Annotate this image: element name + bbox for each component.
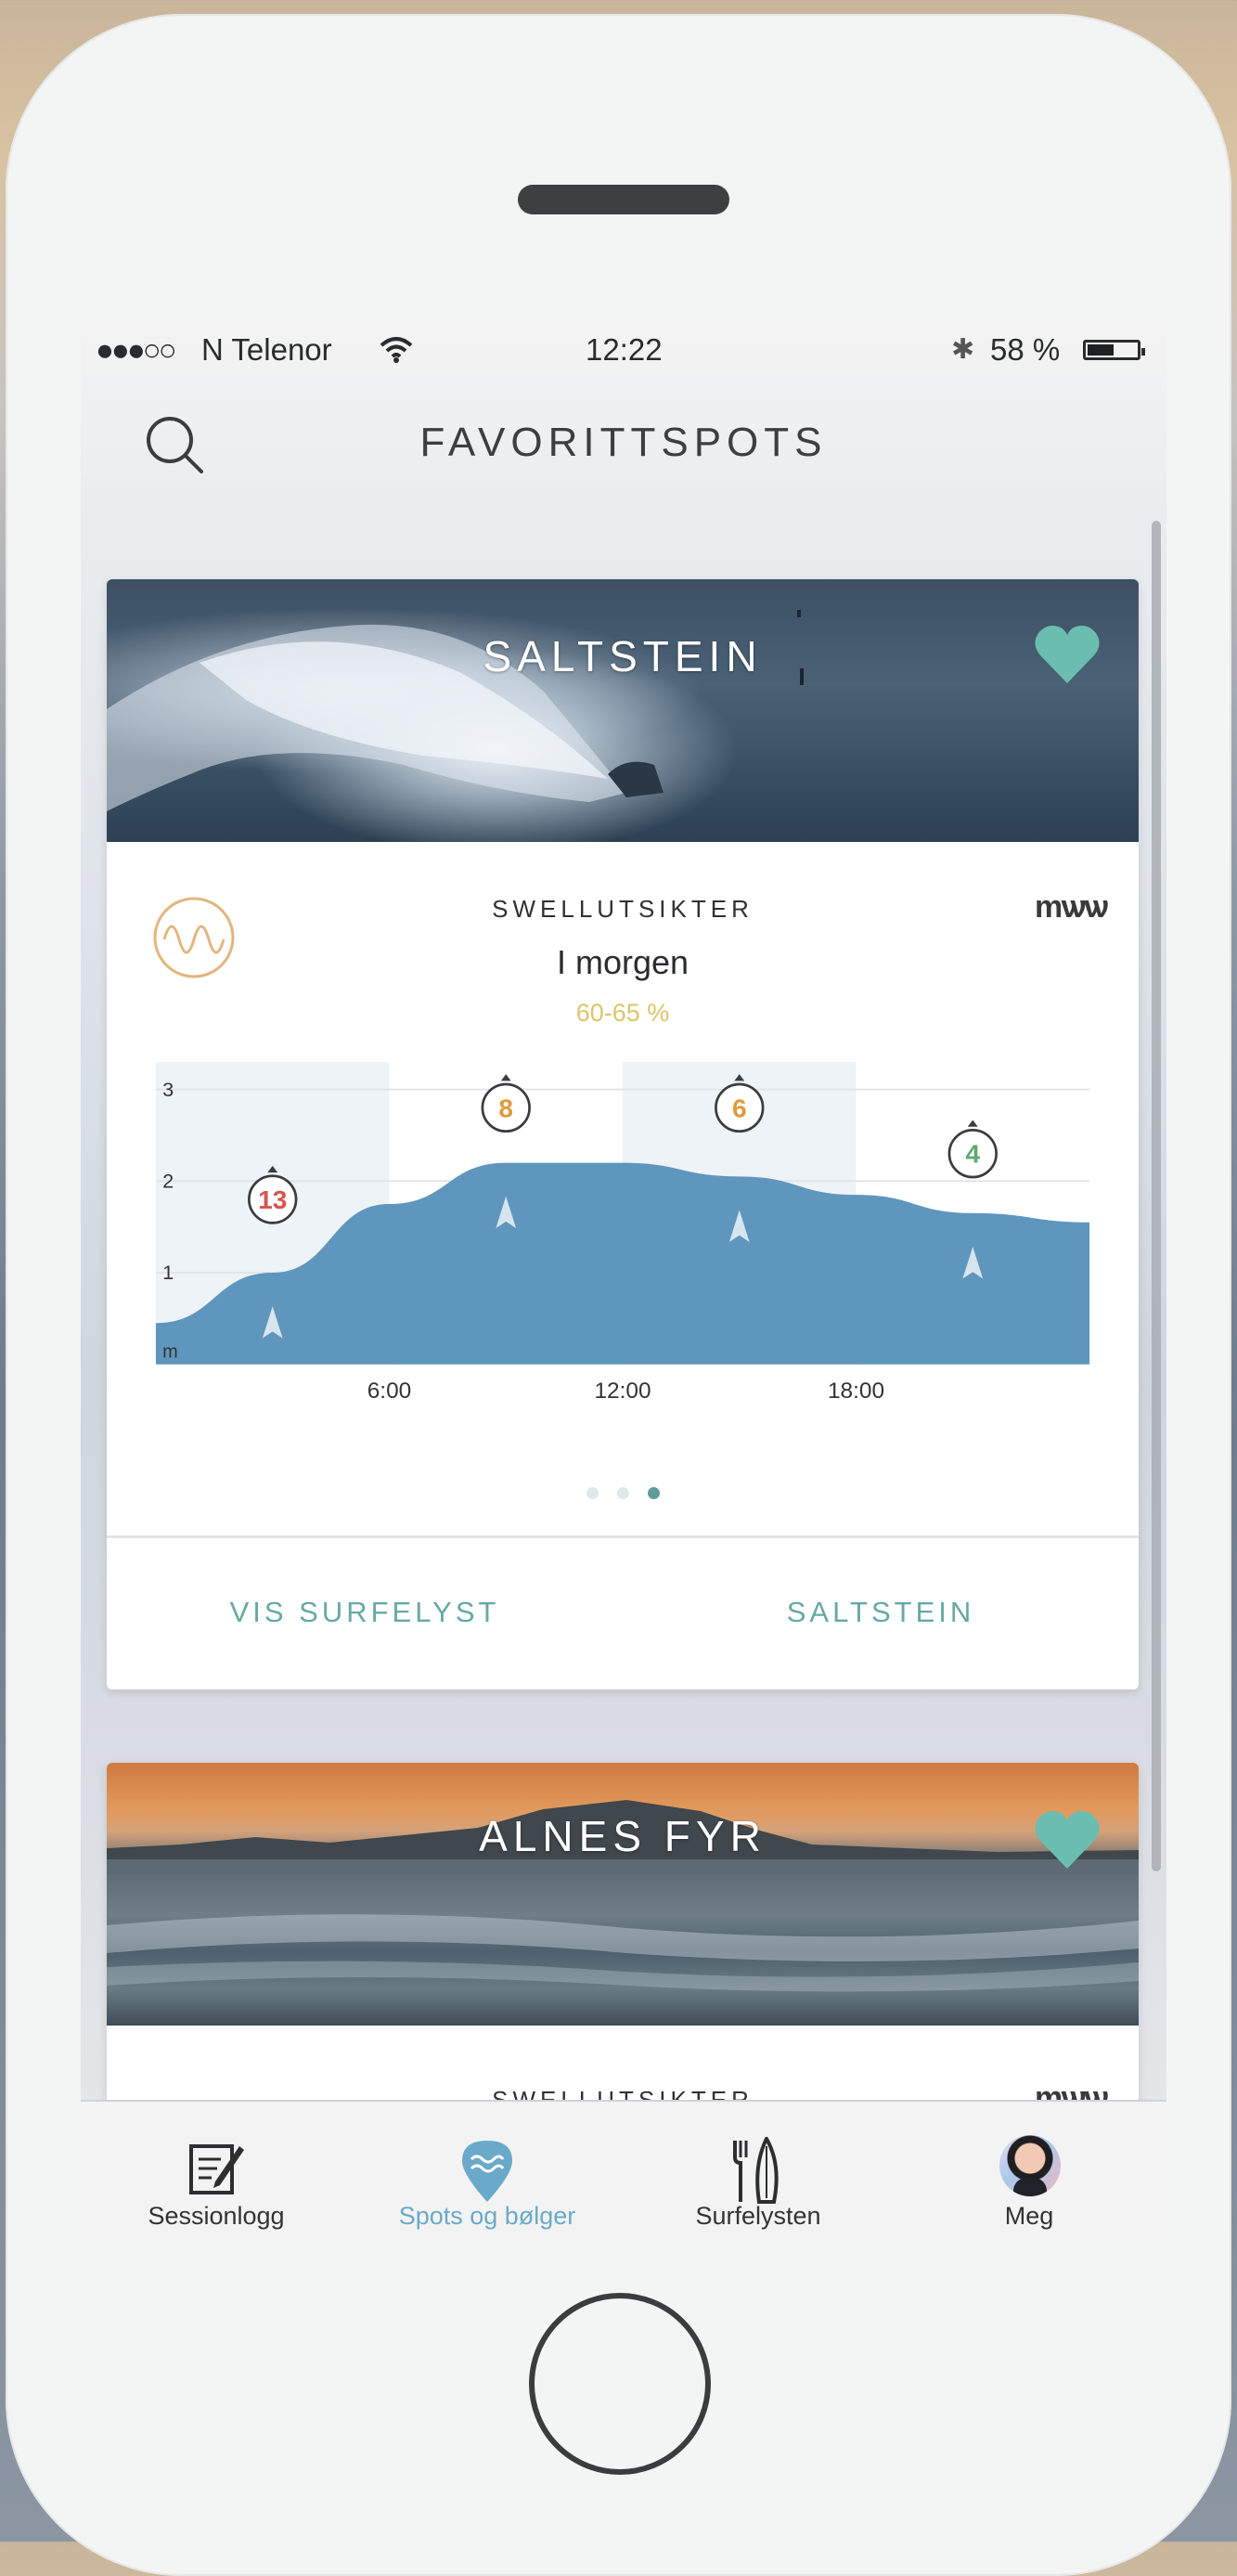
bubble-pointer <box>967 1120 978 1127</box>
tab-bar: Sessionlogg Spots og bølger Surfelysten … <box>81 2100 1166 2242</box>
forecast-day: I morgen <box>556 943 689 981</box>
y-tick-label: 2 <box>162 1170 174 1193</box>
spot-hero-image[interactable]: ALNES FYR <box>107 1763 1139 2026</box>
y-tick-label: 3 <box>162 1078 174 1101</box>
surfboard-icon <box>733 2137 779 2204</box>
pager-dot[interactable] <box>586 1487 599 1499</box>
phone-frame: ●●●○○ N Telenor 12:22 ✱ 58 % FAVORITTSPO… <box>6 14 1231 2576</box>
phone-speaker <box>518 185 729 214</box>
provider-logo: mѡѡ <box>1035 889 1108 925</box>
bubble-pointer <box>500 1074 511 1081</box>
bluetooth-icon: ✱ <box>951 334 975 365</box>
show-surf-desire-button[interactable]: VIS SURFELYST <box>107 1596 623 1629</box>
x-tick-label: 6:00 <box>367 1379 412 1404</box>
map-pin-wave-icon <box>462 2141 512 2202</box>
tab-surfelysten[interactable]: Surfelysten <box>623 2102 894 2242</box>
signal-strength: ●●●○○ <box>96 332 177 367</box>
swell-period-value: 6 <box>732 1094 747 1122</box>
scrollbar[interactable] <box>1152 521 1161 1871</box>
battery-percentage: 58 % <box>990 332 1061 367</box>
swell-period-value: 13 <box>258 1185 287 1214</box>
spot-name: SALTSTEIN <box>483 632 763 680</box>
swell-forecast-chart[interactable]: 3 2 1 m 6:00 12:00 18:00 13 8 6 4 <box>107 1062 1139 1415</box>
divider <box>107 1535 1139 1538</box>
carrier-name: N Telenor <box>201 332 332 367</box>
tab-label: Meg <box>1004 2202 1054 2230</box>
swell-period-value: 4 <box>965 1140 980 1169</box>
y-tick-label: 1 <box>162 1261 174 1284</box>
section-label: SWELLUTSIKTER <box>492 895 754 923</box>
avatar <box>999 2135 1061 2196</box>
tab-sessionlogg[interactable]: Sessionlogg <box>81 2102 352 2242</box>
tab-label: Surfelysten <box>695 2202 821 2230</box>
pager-dots[interactable] <box>107 1487 1139 1504</box>
wifi-icon <box>380 337 413 363</box>
x-tick-label: 12:00 <box>594 1379 651 1404</box>
forecast-confidence: 60-65 % <box>575 999 670 1027</box>
pager-dot[interactable] <box>616 1487 629 1499</box>
tab-label: Spots og bølger <box>398 2202 576 2230</box>
tab-spots-og-bolger[interactable]: Spots og bølger <box>352 2102 623 2242</box>
page-title: FAVORITTSPOTS <box>419 420 828 465</box>
heart-icon[interactable] <box>1033 1807 1102 1871</box>
open-spot-button[interactable]: SALTSTEIN <box>623 1596 1139 1629</box>
notebook-icon <box>189 2144 244 2194</box>
x-tick-label: 18:00 <box>828 1379 884 1404</box>
battery-icon <box>1083 340 1145 360</box>
tab-meg[interactable]: Meg <box>894 2102 1165 2242</box>
clock: 12:22 <box>586 332 663 367</box>
spot-card-saltstein[interactable]: SALTSTEIN SWELLUTSIKTER mѡѡ I morgen 60-… <box>107 579 1139 1689</box>
heart-icon[interactable] <box>1033 622 1102 685</box>
spot-hero-image[interactable]: SALTSTEIN <box>107 579 1139 842</box>
tab-label: Sessionlogg <box>148 2202 285 2230</box>
status-bar: ●●●○○ N Telenor 12:22 ✱ 58 % <box>81 330 1166 369</box>
y-unit-label: m <box>162 1341 178 1362</box>
swell-period-value: 8 <box>498 1094 513 1122</box>
home-button[interactable] <box>529 2293 711 2475</box>
pager-dot[interactable] <box>647 1487 660 1499</box>
spot-name: ALNES FYR <box>479 1812 767 1860</box>
app-screen: ●●●○○ N Telenor 12:22 ✱ 58 % FAVORITTSPO… <box>81 330 1166 2242</box>
